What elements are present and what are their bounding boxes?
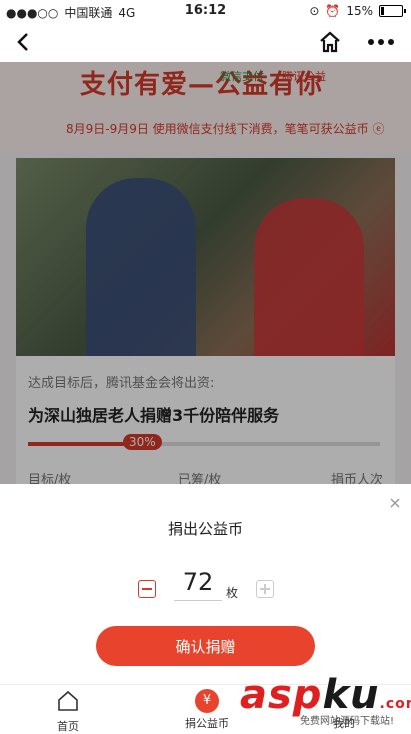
home-outline-icon [58, 690, 78, 711]
sheet-title: 捐出公益币 [167, 520, 243, 538]
watermark-caption: 免费网站源码下载站! [300, 716, 395, 727]
status-bar: ●●●○○ 中国联通 4G 16:12 ⊙ ⏰ 15% [0, 0, 411, 22]
modal-overlay[interactable] [0, 62, 411, 492]
tab-donate[interactable]: ¥ 捐公益币 [182, 689, 232, 731]
more-dots-icon[interactable] [368, 32, 398, 52]
chevron-left-icon[interactable] [12, 30, 36, 54]
plus-button[interactable] [256, 580, 274, 598]
close-icon[interactable] [388, 496, 402, 510]
tab-home-label: 首页 [57, 720, 79, 733]
tab-home[interactable]: 首页 [52, 689, 84, 734]
coin-icon: ¥ [195, 689, 219, 713]
minus-button[interactable] [138, 580, 156, 598]
tab-donate-label: 捐公益币 [185, 717, 229, 730]
alarm-icon: ⏰ [325, 4, 341, 18]
location-icon: ⊙ [309, 4, 320, 18]
quantity-input[interactable] [174, 564, 222, 601]
confirm-donate-button[interactable]: 确认捐赠 [96, 626, 315, 666]
nav-bar [0, 22, 411, 62]
home-icon[interactable] [318, 30, 342, 54]
donate-sheet: 捐出公益币 枚 确认捐赠 [0, 484, 411, 684]
battery-percent: 15% [346, 4, 373, 18]
quantity-unit: 枚 [226, 586, 239, 600]
battery-icon [379, 5, 406, 17]
